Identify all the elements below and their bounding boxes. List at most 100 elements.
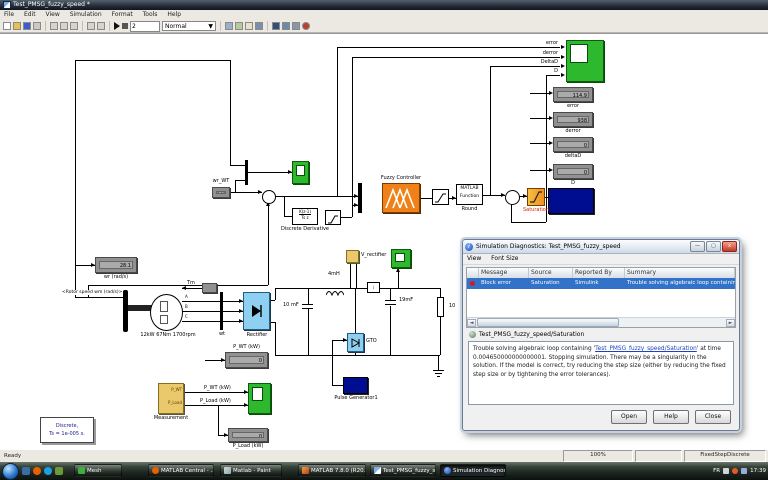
display-block-wr[interactable]: 28.1 [95,257,137,273]
power-scope-block[interactable] [248,383,271,414]
taskbar-button-mesh[interactable]: Mesh [74,464,122,477]
mux-block[interactable] [358,183,362,213]
window-titlebar[interactable]: Test_PMSG_fuzzy_speed * [0,0,768,10]
copy-icon[interactable] [60,22,68,30]
scroll-left-icon[interactable]: ◄ [467,319,476,327]
dialog-menu-font-size[interactable]: Font Size [491,255,518,262]
print-icon[interactable] [33,22,41,30]
save-icon[interactable] [23,22,31,30]
current-measurement-block[interactable]: i [367,282,380,293]
measurement-block[interactable]: P_WT P_Load [158,383,184,414]
clock[interactable]: 17:39 [750,468,766,474]
menu-edit[interactable]: Edit [24,11,36,18]
close-dialog-button[interactable]: Close [695,410,731,424]
header-source[interactable]: Source [529,268,573,278]
sum-block[interactable] [505,190,520,205]
menu-file[interactable]: File [4,11,14,18]
model-explorer-icon[interactable] [282,22,290,30]
speed-reference-constant[interactable]: 140 [212,187,230,198]
menu-simulation[interactable]: Simulation [70,11,102,18]
open-button[interactable]: Open [611,410,647,424]
cut-icon[interactable] [50,22,58,30]
close-button[interactable]: x [722,241,737,252]
display-block-deltad[interactable]: 0 [553,137,593,152]
mux-block[interactable] [245,160,248,185]
load-scope-block[interactable] [391,249,411,268]
redo-icon[interactable] [97,22,105,30]
horizontal-scrollbar[interactable]: ◄ ► [467,317,735,327]
update-tray-icon[interactable] [732,468,738,474]
pulse-generator-block[interactable] [343,377,368,394]
wind-turbine-blades-icon[interactable] [123,290,128,332]
mux-wt-block[interactable] [220,292,223,330]
scroll-right-icon[interactable]: ► [726,319,735,327]
new-model-icon[interactable] [3,22,11,30]
taskbar-button-paint[interactable]: Matlab - Paint [220,464,282,477]
inductor-icon[interactable] [326,281,344,300]
report-icon[interactable] [245,22,253,30]
display-block-error[interactable]: 114.9 [553,87,593,102]
display-block-p-load[interactable]: 0 [228,428,268,442]
open-icon[interactable] [13,22,21,30]
menu-help[interactable]: Help [167,11,181,18]
dialog-titlebar[interactable]: i Simulation Diagnostics: Test_PMSG_fuzz… [463,240,739,254]
menu-format[interactable]: Format [112,11,133,18]
paste-icon[interactable] [70,22,78,30]
debug-icon[interactable] [255,22,263,30]
saturation-small-block[interactable] [432,189,449,205]
sum-block[interactable] [262,190,276,204]
powergui-block[interactable]: Discrete, Ts = 1e-005 s. [40,417,94,443]
scope-block[interactable] [566,40,604,82]
discrete-derivative-block[interactable]: K(z-1) Ts z [292,208,318,225]
header-summary[interactable]: Summary [625,268,735,278]
help-button[interactable]: Help [653,410,689,424]
display-block-derror[interactable]: 938 [553,112,593,127]
gto-block[interactable] [347,333,364,352]
scrollbar-thumb[interactable] [477,318,619,327]
menu-tools[interactable]: Tools [143,11,158,18]
undo-icon[interactable] [87,22,95,30]
start-button[interactable] [2,463,19,480]
saturation-small-block[interactable] [325,210,341,225]
update-diagram-icon[interactable] [235,22,243,30]
taskbar-button-matlab-central[interactable]: MATLAB Central - ... [148,464,214,477]
quicklaunch-ie-icon[interactable] [22,467,30,475]
volume-icon[interactable] [741,468,747,474]
model-browser-icon[interactable] [225,22,233,30]
build-icon[interactable] [302,22,310,30]
matlab-function-block[interactable]: MATLAB Function [456,184,483,205]
quicklaunch-firefox-icon[interactable] [33,467,41,475]
display-block-d[interactable]: 0 [553,164,593,179]
sim-stop-time-input[interactable] [130,21,160,32]
pmsg-machine-block[interactable] [150,294,183,331]
wire [308,308,309,355]
block-link[interactable]: Test_PMSG_fuzzy_speed/Saturation [595,346,697,352]
library-browser-icon[interactable] [272,22,280,30]
stop-simulation-button[interactable] [122,23,128,29]
quicklaunch-browser-icon[interactable] [44,467,52,475]
quicklaunch-explorer-icon[interactable] [55,467,63,475]
load-resistor-block[interactable] [437,297,444,317]
maximize-button[interactable]: ▢ [706,241,721,252]
saturation-block[interactable] [527,188,545,206]
display-block-p-wt[interactable]: 0 [225,352,268,368]
speed-scope-block[interactable] [292,161,309,184]
simulation-mode-select[interactable]: Normal ▼ [162,21,216,31]
taskbar-button-diagnostics[interactable]: Simulation Diagnost... [440,464,506,477]
language-indicator[interactable]: FR [713,468,720,474]
minimize-button[interactable]: — [690,241,705,252]
start-simulation-button[interactable] [114,22,120,30]
dialog-menu-view[interactable]: View [467,255,481,262]
header-reported-by[interactable]: Reported By [573,268,625,278]
torque-source-block[interactable] [202,283,217,293]
header-message[interactable]: Message [479,268,529,278]
voltage-measurement-block[interactable] [346,250,359,263]
taskbar-button-matlab[interactable]: MATLAB 7.8.0 (R20... [298,464,366,477]
rectifier-block[interactable] [243,292,270,330]
menu-view[interactable]: View [46,11,60,18]
fuzzy-controller-block[interactable] [382,183,420,213]
table-row[interactable]: Block error Saturation Simulink Trouble … [467,278,735,289]
taskbar-button-model[interactable]: Test_PMSG_fuzzy_s... [370,464,436,477]
network-icon[interactable] [723,468,729,474]
configuration-icon[interactable] [292,22,300,30]
